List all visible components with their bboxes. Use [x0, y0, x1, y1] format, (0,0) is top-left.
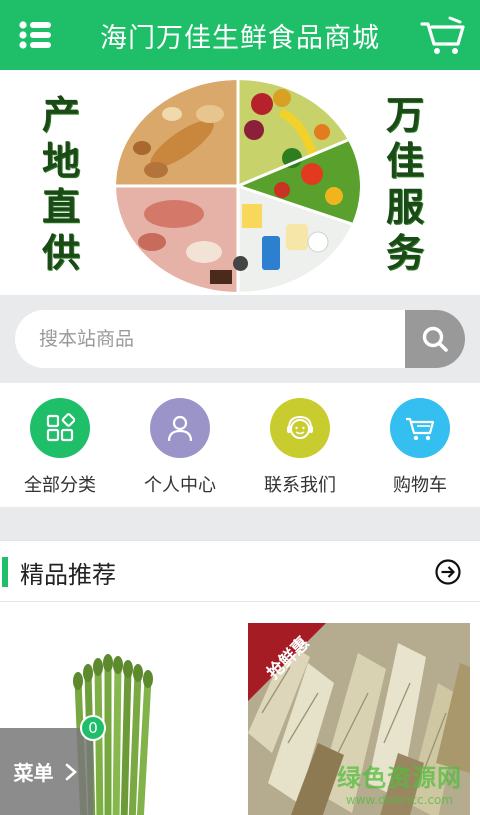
user-icon	[167, 415, 193, 442]
section-title: 精品推荐	[20, 561, 116, 589]
chevron-right-icon	[65, 763, 77, 780]
search-button[interactable]	[405, 310, 465, 368]
more-button[interactable]	[434, 558, 462, 586]
slogan-char: 服	[385, 184, 424, 229]
app-page: 海门万佳生鲜食品商城 产 地 直 供 万 佳 服 务 搜本站商品 全部分类 个人…	[0, 0, 480, 815]
nav-label: 联系我们	[264, 475, 336, 496]
watermark: 绿色资源网 www.downcc.com	[337, 758, 462, 807]
nav-label: 全部分类	[24, 475, 96, 496]
nav-label: 个人中心	[144, 475, 216, 496]
search-icon	[422, 326, 448, 352]
floating-menu-label: 菜单	[13, 761, 54, 785]
banner-carousel[interactable]: 产 地 直 供 万 佳 服 务	[0, 70, 480, 295]
search-input[interactable]	[15, 310, 405, 368]
cart-count-badge: 0	[80, 715, 106, 741]
slogan-char: 产	[41, 92, 80, 137]
nav-icon-circle	[270, 398, 330, 458]
section-accent-bar	[2, 557, 8, 587]
slogan-char: 供	[41, 230, 80, 275]
search-area	[0, 295, 480, 383]
top-header: 海门万佳生鲜食品商城	[0, 0, 480, 70]
nav-icon-circle	[150, 398, 210, 458]
slogan-char: 直	[41, 184, 80, 229]
nav-all-categories[interactable]: 全部分类	[0, 383, 120, 507]
recommend-header: 精品推荐	[0, 541, 480, 602]
nav-label: 购物车	[393, 475, 447, 496]
nav-icon-circle	[30, 398, 90, 458]
watermark-title: 绿色资源网	[337, 764, 462, 792]
carousel-indicator-dot[interactable]	[233, 256, 248, 271]
nav-shopping-cart[interactable]: 购物车	[360, 383, 480, 507]
search-bar	[15, 310, 465, 368]
category-grid-icon	[46, 413, 75, 442]
shopping-cart-icon	[420, 16, 465, 54]
quick-nav: 全部分类 个人中心 联系我们 购物车	[0, 383, 480, 507]
slogan-char: 务	[385, 230, 424, 275]
list-menu-icon	[19, 21, 51, 49]
shopping-cart-icon	[406, 417, 435, 441]
menu-button[interactable]	[18, 18, 54, 52]
nav-icon-circle	[390, 398, 450, 458]
slogan-right: 万 佳 服 务	[380, 92, 430, 276]
header-cart-button[interactable]	[420, 14, 466, 56]
slogan-char: 万	[385, 92, 424, 137]
nav-personal-center[interactable]: 个人中心	[120, 383, 240, 507]
page-title: 海门万佳生鲜食品商城	[100, 22, 380, 54]
slogan-left: 产 地 直 供	[36, 92, 86, 276]
arrow-circle-right-icon	[435, 559, 461, 585]
slogan-char: 佳	[385, 138, 424, 183]
watermark-url: www.downcc.com	[345, 793, 454, 807]
slogan-char: 地	[41, 138, 80, 183]
customer-service-icon	[287, 415, 313, 439]
floating-menu-button[interactable]: 菜单	[0, 728, 93, 815]
nav-contact-us[interactable]: 联系我们	[240, 383, 360, 507]
